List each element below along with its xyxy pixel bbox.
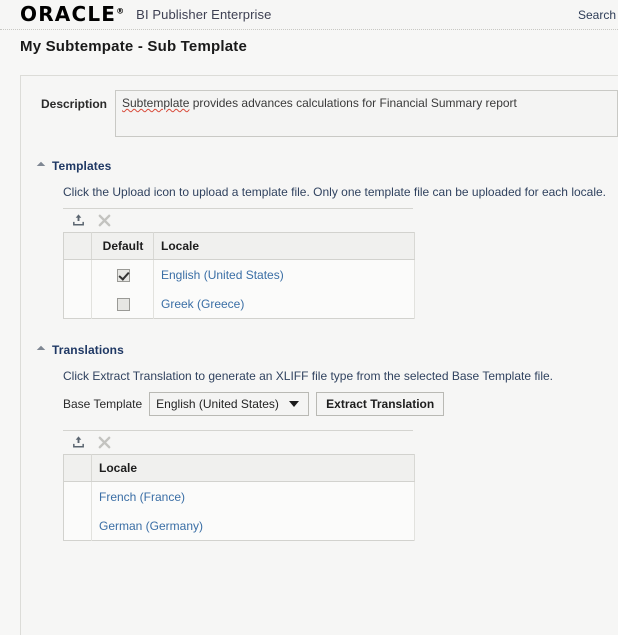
disclosure-triangle-icon[interactable] (36, 345, 46, 355)
translations-table-block: Locale French (France) German (Germany) (35, 430, 618, 541)
row-default-cell[interactable] (91, 259, 154, 289)
table-row[interactable]: French (France) (63, 481, 415, 511)
default-checkbox[interactable] (116, 268, 130, 282)
chevron-down-icon (288, 401, 299, 407)
row-select-cell[interactable] (63, 259, 92, 289)
translations-section-title: Translations (52, 343, 124, 357)
description-spellchecked-word: Subtemplate (122, 96, 190, 110)
upload-icon[interactable] (67, 210, 89, 232)
templates-header-row: Default Locale (63, 232, 415, 260)
locale-link[interactable]: German (Germany) (99, 519, 203, 533)
row-locale-cell: French (France) (91, 481, 415, 511)
registered-mark: ® (116, 5, 125, 15)
base-template-selected-value: English (United States) (156, 397, 279, 411)
delete-icon-svg (98, 214, 110, 227)
delete-icon (93, 210, 115, 232)
templates-section: Templates Click the Upload icon to uploa… (21, 157, 618, 319)
locale-link[interactable]: English (United States) (161, 268, 284, 282)
templates-section-hint: Click the Upload icon to upload a templa… (63, 185, 606, 199)
row-select-cell[interactable] (63, 481, 92, 511)
description-input[interactable]: Subtemplate provides advances calculatio… (115, 90, 618, 137)
templates-col-select (63, 232, 92, 260)
disclosure-triangle-icon[interactable] (36, 161, 46, 171)
description-text: provides advances calculations for Finan… (189, 96, 517, 110)
translations-col-select (63, 454, 92, 482)
locale-link[interactable]: French (France) (99, 490, 185, 504)
translations-section-hint: Click Extract Translation to generate an… (63, 369, 554, 383)
translations-table: Locale French (France) German (Germany) (63, 454, 415, 541)
search-link[interactable]: Search (578, 8, 616, 22)
templates-section-title: Templates (52, 159, 112, 173)
translations-section-header[interactable]: Translations (35, 341, 618, 359)
table-row[interactable]: English (United States) (63, 259, 415, 289)
row-locale-cell: Greek (Greece) (153, 289, 415, 319)
table-row[interactable]: Greek (Greece) (63, 289, 415, 319)
default-checkbox[interactable] (116, 297, 130, 311)
row-select-cell[interactable] (63, 289, 92, 319)
app-name: BI Publisher Enterprise (136, 7, 272, 22)
templates-section-header[interactable]: Templates (35, 157, 618, 175)
row-default-cell[interactable] (91, 289, 154, 319)
table-row[interactable]: German (Germany) (63, 511, 415, 541)
row-locale-cell: English (United States) (153, 259, 415, 289)
extract-translation-button[interactable]: Extract Translation (316, 392, 445, 416)
base-template-select[interactable]: English (United States) (149, 392, 310, 416)
templates-table-body: English (United States) Greek (Greece) (63, 259, 415, 319)
description-row: Description Subtemplate provides advance… (21, 90, 618, 137)
description-label: Description (40, 97, 107, 111)
base-template-label: Base Template (63, 397, 143, 411)
templates-col-default: Default (91, 232, 154, 260)
templates-col-locale: Locale (153, 232, 415, 260)
upload-icon-svg (72, 214, 84, 226)
oracle-logo: ORACLE® (20, 4, 124, 24)
translations-section: Translations Click Extract Translation t… (21, 341, 618, 541)
translations-table-head: Locale (63, 454, 415, 482)
translations-toolbar (63, 430, 413, 454)
upload-icon-svg (72, 436, 84, 448)
templates-table-head: Default Locale (63, 232, 415, 260)
templates-table: Default Locale English (United States) G… (63, 232, 415, 319)
app-header: ORACLE® BI Publisher Enterprise Search (0, 0, 618, 30)
oracle-logo-text: ORACLE (20, 1, 117, 26)
delete-icon-svg (98, 436, 110, 449)
delete-icon (93, 432, 115, 454)
base-template-row: Base Template English (United States) Ex… (35, 392, 618, 416)
translations-header-row: Locale (63, 454, 415, 482)
page-title-band: My Subtempate - Sub Template (0, 30, 618, 63)
templates-toolbar (63, 208, 413, 232)
row-select-cell[interactable] (63, 511, 92, 541)
extract-translation-label: Extract Translation (326, 397, 435, 411)
locale-link[interactable]: Greek (Greece) (161, 297, 244, 311)
translations-col-locale: Locale (91, 454, 415, 482)
row-locale-cell: German (Germany) (91, 511, 415, 541)
page-title: My Subtempate - Sub Template (20, 38, 248, 55)
templates-table-block: Default Locale English (United States) G… (35, 208, 618, 319)
translations-table-body: French (France) German (Germany) (63, 481, 415, 541)
content-panel: Description Subtemplate provides advance… (20, 75, 618, 635)
upload-icon[interactable] (67, 432, 89, 454)
header-right-area: Search (578, 0, 618, 29)
